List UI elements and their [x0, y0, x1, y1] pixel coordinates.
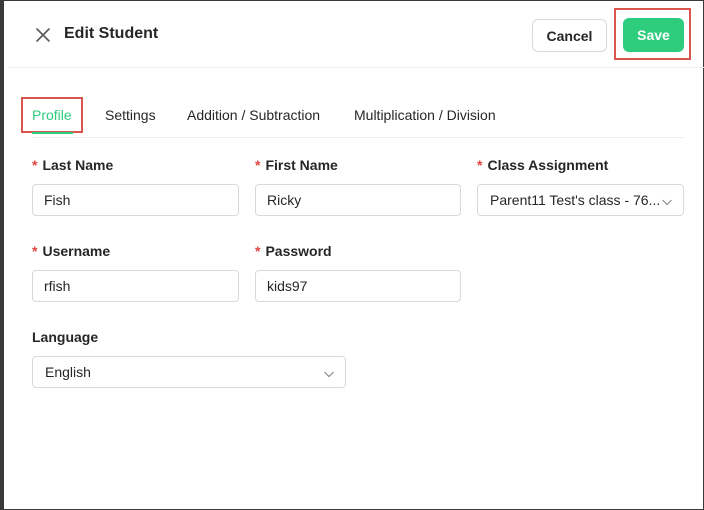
active-tab-indicator: [32, 132, 73, 134]
required-mark: *: [32, 243, 38, 259]
edit-student-dialog: Edit Student Cancel Save Profile Setting…: [0, 0, 704, 510]
required-mark: *: [32, 157, 38, 173]
header-divider: [8, 67, 704, 68]
dialog-title: Edit Student: [64, 25, 159, 42]
close-icon[interactable]: [34, 26, 52, 44]
last-name-label: * Last Name: [32, 157, 114, 173]
tab-profile[interactable]: Profile: [32, 107, 72, 123]
tabs-divider: [32, 137, 684, 138]
tab-multiplication-division[interactable]: Multiplication / Division: [354, 107, 496, 123]
username-input[interactable]: [32, 270, 239, 302]
language-select[interactable]: English: [32, 356, 346, 388]
password-label: * Password: [255, 243, 332, 259]
chevron-down-icon: [661, 195, 673, 207]
last-name-input[interactable]: [32, 184, 239, 216]
language-label: Language: [32, 329, 99, 345]
chevron-down-icon: [323, 367, 335, 379]
tab-addition-subtraction[interactable]: Addition / Subtraction: [187, 107, 320, 123]
password-input[interactable]: [255, 270, 461, 302]
class-assignment-value: Parent11 Test's class - 76...: [490, 192, 660, 208]
tab-settings[interactable]: Settings: [105, 107, 156, 123]
class-assignment-label: * Class Assignment: [477, 157, 609, 173]
required-mark: *: [477, 157, 483, 173]
cancel-button[interactable]: Cancel: [532, 19, 607, 52]
tab-bar: Profile Settings Addition / Subtraction …: [4, 97, 704, 138]
username-label: * Username: [32, 243, 111, 259]
first-name-input[interactable]: [255, 184, 461, 216]
required-mark: *: [255, 157, 261, 173]
required-mark: *: [255, 243, 261, 259]
first-name-label: * First Name: [255, 157, 338, 173]
class-assignment-select[interactable]: Parent11 Test's class - 76...: [477, 184, 684, 216]
language-value: English: [45, 364, 91, 380]
save-button[interactable]: Save: [623, 18, 684, 52]
